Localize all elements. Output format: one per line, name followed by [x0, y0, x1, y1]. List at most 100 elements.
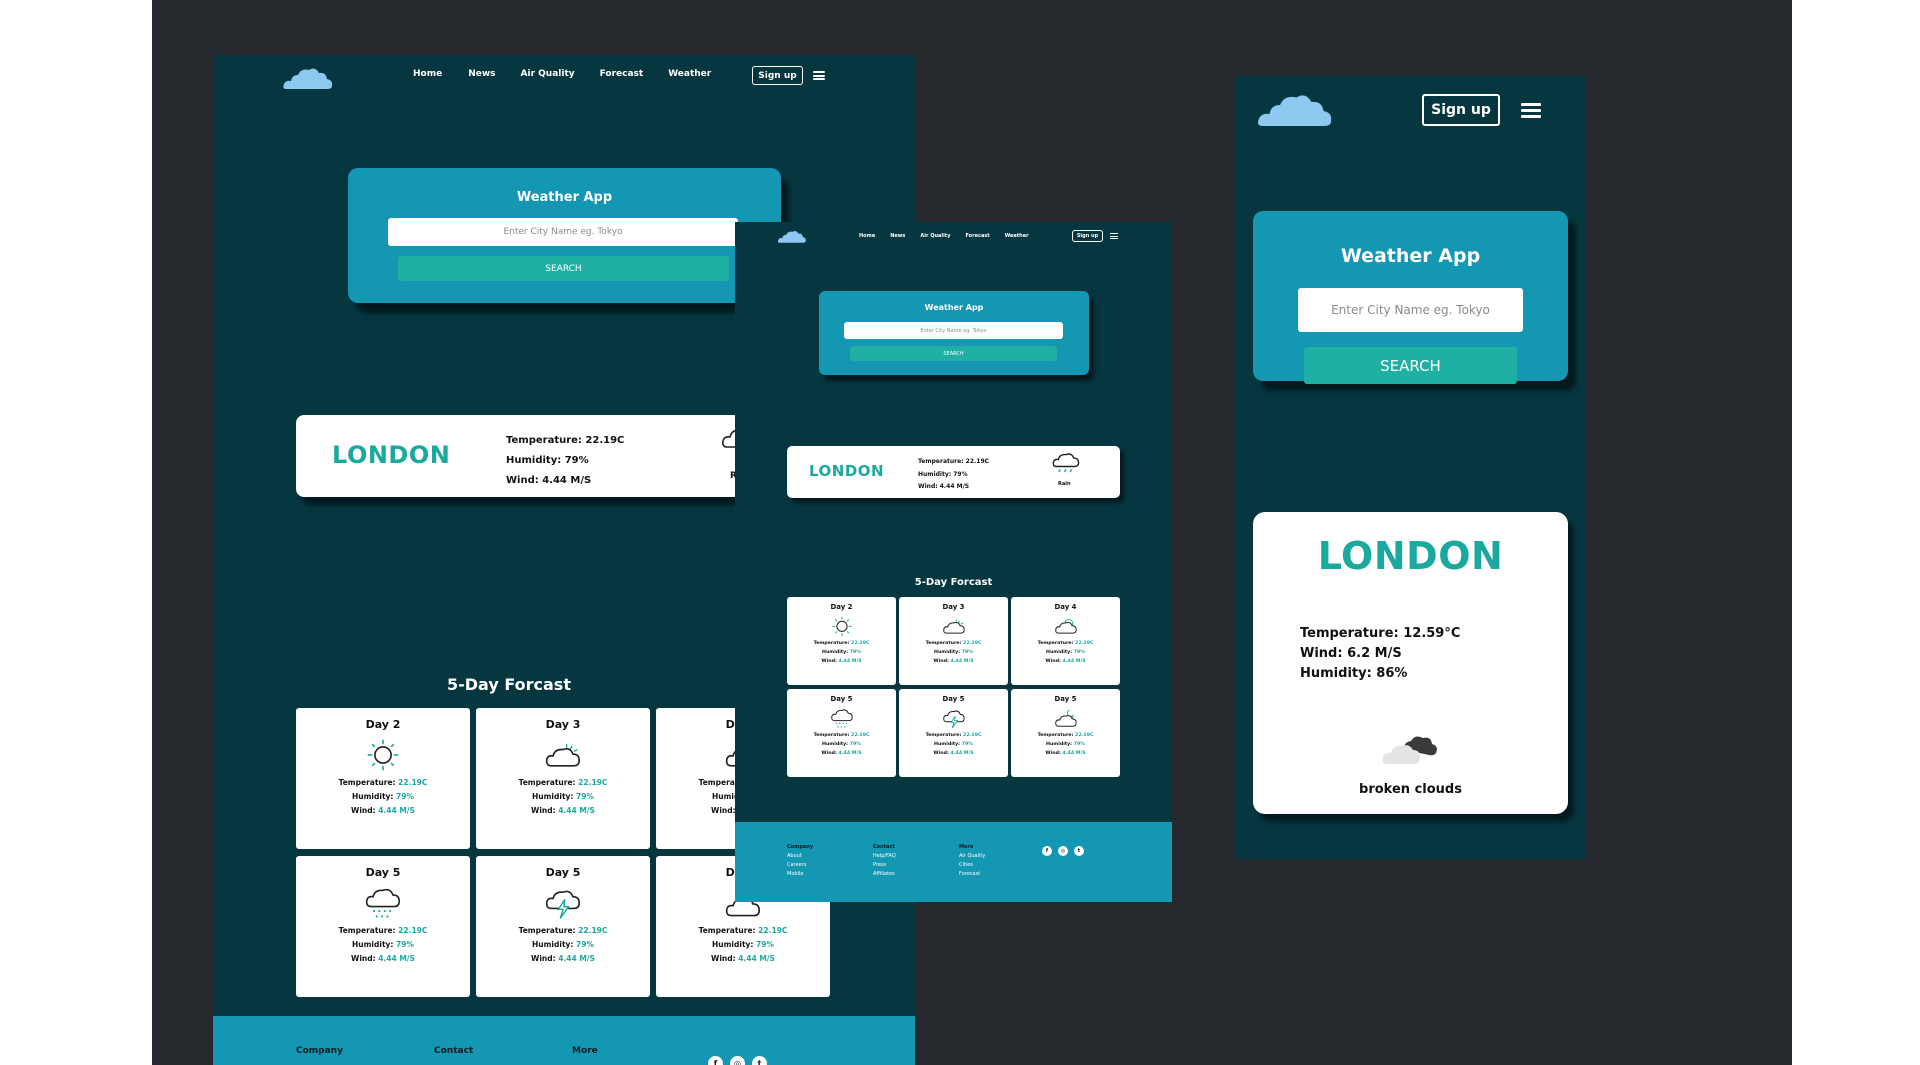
facebook-icon[interactable]: f [1042, 846, 1052, 856]
cloud-icon [942, 615, 965, 638]
footer-contact: Contact Help/FAQ Press Affiliates [873, 843, 896, 879]
city-search-input[interactable]: Enter City Name eg. Tokyo [1298, 288, 1523, 332]
footer-link-air-quality[interactable]: Air Quality [959, 852, 985, 861]
forecast-card: Day 5 Temperature: 22.19C Humidity: 79% Win… [296, 856, 470, 997]
search-button[interactable]: SEARCH [1304, 347, 1517, 384]
forecast-temperature: Temperature: 22.19C [925, 733, 982, 739]
hamburger-menu-icon[interactable] [1521, 103, 1541, 118]
footer-link-affiliates[interactable]: Affiliates [873, 870, 896, 879]
current-wind: Wind: 4.44 M/S [918, 483, 970, 490]
forecast-card: Day 5 Temperature: 22.19C Humidity: 79% Win… [899, 689, 1008, 777]
search-button[interactable]: SEARCH [398, 256, 729, 281]
footer-more: More [572, 1046, 598, 1056]
footer-contact: Contact [434, 1046, 473, 1056]
nav-forecast-link[interactable]: Forecast [965, 233, 989, 239]
hamburger-menu-icon[interactable] [1110, 233, 1118, 239]
nav-home-link[interactable]: Home [413, 69, 442, 79]
forecast-card: Day 2 Temperature: 22.19C Humidity: 79% Win… [296, 708, 470, 849]
footer-contact-heading: Contact [434, 1046, 474, 1056]
footer-link-careers[interactable]: Careers [787, 861, 813, 870]
cloud-icon [545, 737, 581, 773]
nav-weather-link[interactable]: Weather [1005, 233, 1029, 239]
footer-contact-heading: Contact [873, 844, 895, 850]
nav-air-quality-link[interactable]: Air Quality [521, 69, 575, 79]
cloud-logo-icon[interactable] [1255, 90, 1335, 132]
forecast-temperature: Temperature: 22.19C [698, 926, 788, 935]
forecast-humidity: Humidity: 79% [822, 649, 861, 655]
footer-link-press[interactable]: Press [873, 861, 896, 870]
forecast-humidity: Humidity: 79% [532, 940, 594, 949]
current-humidity: Humidity: 79% [918, 470, 968, 478]
forecast-wind: Wind: 4.44 M/S [531, 806, 595, 815]
footer-link-about[interactable]: About [787, 852, 813, 861]
social-links: f ◎ t [708, 1056, 767, 1065]
signup-button[interactable]: Sign up [1422, 94, 1500, 126]
nav-air-quality-link[interactable]: Air Quality [920, 233, 950, 239]
facebook-icon[interactable]: f [708, 1056, 723, 1065]
site-footer: Company Contact More f ◎ t [213, 1016, 915, 1065]
forecast-temperature: Temperature: 22.19C [813, 733, 870, 739]
city-name: LONDON [809, 462, 885, 480]
city-search-input[interactable]: Enter City Name eg. Tokyo [388, 218, 738, 246]
forecast-temperature: Temperature: 22.19C [518, 778, 608, 787]
footer-more-heading: More [572, 1046, 598, 1056]
nav-forecast-link[interactable]: Forecast [600, 69, 644, 79]
forecast-wind: Wind: 4.44 M/S [821, 750, 862, 756]
forecast-temperature: Temperature: 22.19C [813, 641, 870, 647]
forecast-day-label: Day 5 [545, 866, 581, 879]
cloud-logo-icon[interactable] [282, 65, 334, 93]
hamburger-menu-icon[interactable] [813, 71, 825, 80]
footer-link-cities[interactable]: Cities [959, 861, 985, 870]
snow-cloud-icon [365, 885, 401, 921]
twitter-icon[interactable]: t [752, 1056, 767, 1065]
footer-company: Company About Careers Mobile [787, 843, 813, 879]
search-title: Weather App [516, 190, 613, 205]
current-stats: Temperature: 12.59°C Wind: 6.2 M/S Humid… [1300, 624, 1460, 684]
nav-home-link[interactable]: Home [859, 233, 875, 239]
search-button[interactable]: SEARCH [850, 346, 1057, 361]
forecast-humidity: Humidity: 79% [822, 741, 861, 747]
tablet-frame: Home News Air Quality Forecast Weather S… [735, 222, 1172, 902]
twitter-icon[interactable]: t [1074, 846, 1084, 856]
forecast-wind: Wind: 4.44 M/S [933, 750, 974, 756]
footer-link-mobile[interactable]: Mobile [787, 870, 813, 879]
instagram-icon[interactable]: ◎ [730, 1056, 745, 1065]
forecast-day-label: Day 5 [830, 695, 853, 704]
current-weather-card: LONDON Temperature: 12.59°C Wind: 6.2 M/… [1253, 512, 1568, 814]
forecast-day-label: Day 3 [942, 603, 965, 612]
forecast-humidity: Humidity: 79% [712, 940, 774, 949]
city-search-input[interactable]: Enter City Name eg. Tokyo [844, 322, 1063, 339]
site-footer: Company About Careers Mobile Contact Hel… [735, 822, 1172, 902]
social-links: f ◎ t [1042, 846, 1084, 856]
forecast-temperature: Temperature: 22.19C [1037, 733, 1094, 739]
forecast-wind: Wind: 4.44 M/S [933, 658, 974, 664]
current-temperature: Temperature: 12.59°C [1300, 626, 1461, 641]
nav-news-link[interactable]: News [890, 233, 905, 239]
forecast-humidity: Humidity: 79% [352, 792, 414, 801]
broken-clouds-icon [1382, 736, 1437, 764]
forecast-day-label: Day 3 [545, 718, 581, 731]
main-nav: Home News Air Quality Forecast Weather [413, 69, 711, 79]
signup-button[interactable]: Sign up [752, 66, 803, 85]
forecast-day-label: Day 5 [1054, 695, 1077, 704]
current-condition: Rain [1058, 481, 1071, 487]
partly-cloudy-icon [1054, 615, 1077, 638]
cloud-logo-icon[interactable] [777, 229, 807, 245]
forecast-day-label: Day 4 [1054, 603, 1077, 612]
forecast-day-label: Day 5 [942, 695, 965, 704]
forecast-temperature: Temperature: 22.19C [518, 926, 608, 935]
search-card: Weather App Enter City Name eg. Tokyo SE… [819, 291, 1089, 375]
current-temperature: Temperature: 22.19C [506, 435, 625, 446]
footer-link-help[interactable]: Help/FAQ [873, 852, 896, 861]
instagram-icon[interactable]: ◎ [1058, 846, 1068, 856]
nav-weather-link[interactable]: Weather [668, 69, 711, 79]
current-wind: Wind: 4.44 M/S [506, 475, 592, 486]
signup-button[interactable]: Sign up [1072, 230, 1103, 242]
search-title: Weather App [1340, 245, 1481, 267]
footer-link-forecast[interactable]: Forecast [959, 870, 985, 879]
nav-news-link[interactable]: News [468, 69, 495, 79]
city-name: LONDON [332, 441, 451, 469]
forecast-card: Day 3 Temperature: 22.19C Humidity: 79% Win… [899, 597, 1008, 685]
snow-cloud-icon [830, 707, 853, 730]
rain-cloud-icon [1052, 453, 1080, 473]
